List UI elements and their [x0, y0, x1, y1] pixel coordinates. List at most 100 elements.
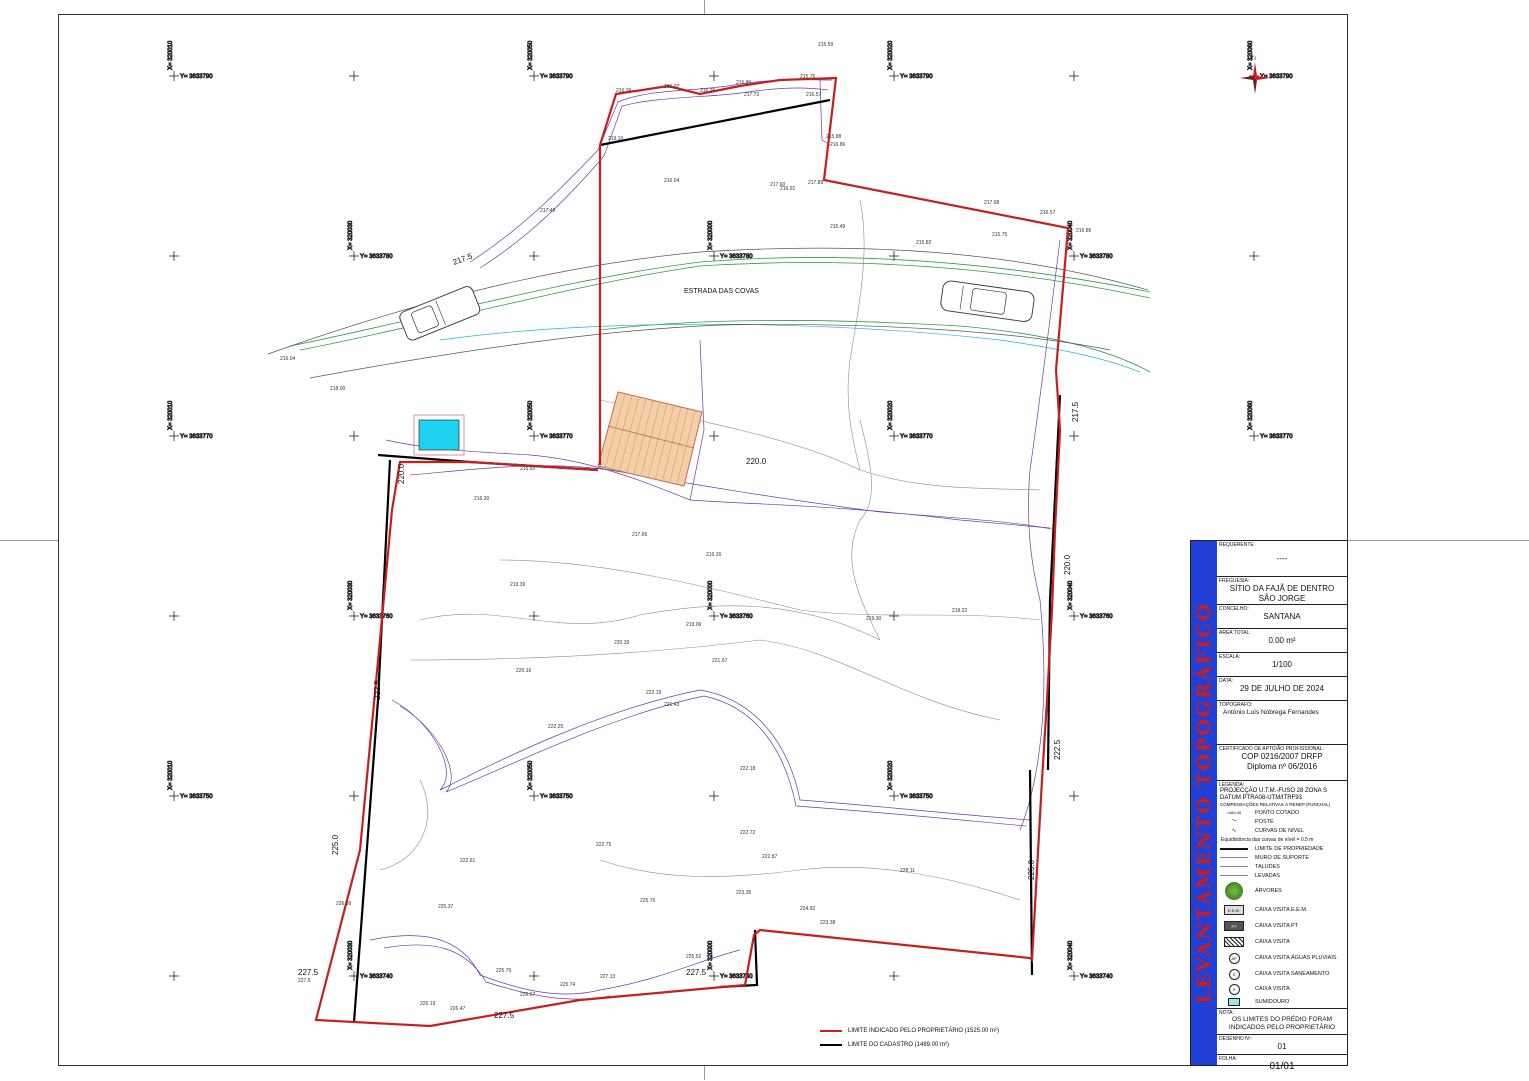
taludes-label: TALUDES — [1255, 863, 1280, 870]
owner-limit-swatch — [820, 1030, 842, 1032]
caixa-saneamento-icon: S — [1228, 968, 1240, 980]
grid-x-label: X= 320050 — [528, 400, 534, 430]
spot-height: 217.72 — [744, 92, 760, 98]
data-row: DATA: 29 DE JULHO DE 2024 — [1217, 677, 1347, 701]
caixa-icon — [1224, 937, 1244, 947]
spot-height: 218.00 — [330, 386, 346, 392]
caixa-eem-icon: E.E.M. — [1224, 905, 1244, 915]
caixa-visita-cross-icon: ✕ — [1228, 983, 1240, 995]
spot-height: 225.74 — [560, 982, 576, 988]
concelho-value: SANTANA — [1263, 612, 1301, 621]
legenda-label: LEGENDA: — [1219, 782, 1245, 788]
spot-height: 227.5 — [298, 978, 311, 984]
legend-sumidouro: SUMIDOURO — [1217, 996, 1347, 1008]
spot-height: 223.38 — [820, 920, 836, 926]
spot-height: 217.98 — [984, 200, 1000, 206]
area-row: AREA TOTAL: 0.00 m² — [1217, 629, 1347, 653]
grid-x-label: X= 320030 — [348, 220, 354, 250]
cadastre-limit-swatch — [820, 1044, 842, 1046]
spot-height: 219.26 — [706, 552, 722, 558]
grid-y-label: Y= 3633760 — [720, 614, 753, 620]
escala-label: ESCALA: — [1219, 654, 1241, 660]
area-label: AREA TOTAL: — [1219, 630, 1251, 636]
spot-height: 215.75 — [800, 74, 816, 80]
spot-height: 221.67 — [712, 658, 728, 664]
legend-poste: ⤳ POSTE — [1217, 817, 1347, 826]
grid-x-label: X= 320030 — [348, 580, 354, 610]
cadastre-limit-line — [352, 98, 1062, 1023]
banner-title: LEVANTAMENTO TOPOGRÁFICO — [1193, 602, 1216, 1004]
muro-label: MURO DE SUPORTE — [1255, 854, 1309, 861]
caixa-pt-label: CAIXA VISITA PT — [1255, 923, 1298, 929]
desenho-label: DESENHO Nº: — [1219, 1036, 1252, 1042]
topografo-value: António Luís Nóbrega Fernandes — [1223, 709, 1319, 716]
legend-taludes: TALUDES — [1217, 862, 1347, 871]
cadastre-limit-label: LIMITE DO CADASTRO (1489.00 m²) — [848, 1042, 950, 1048]
title-block: LEVANTAMENTO TOPOGRÁFICO REQUERENTE: ---… — [1190, 540, 1348, 1072]
spot-height: 216.91 — [780, 186, 796, 192]
legend-limite: LIMITE DE PROPRIEDADE — [1217, 844, 1347, 853]
spot-height: 216.86 — [1076, 228, 1092, 234]
grid-x-label: X= 320050 — [528, 40, 534, 70]
legend-arvores: ÁRVORES — [1217, 880, 1347, 902]
spot-height: 224.92 — [800, 906, 816, 912]
spot-height: 221.43 — [664, 702, 680, 708]
legend-caixa-pluviais: AP CAIXA VISITA ÁGUAS PLUVIAIS — [1217, 950, 1347, 966]
legend-caixa-visita-2: ✕ CAIXA VISITA — [1217, 982, 1347, 996]
grid-y-label: Y= 3633750 — [180, 794, 213, 800]
swimming-pool — [418, 419, 460, 451]
caixa-pluviais-label: CAIXA VISITA ÁGUAS PLUVIAIS — [1255, 955, 1337, 961]
legend-owner-limit: LIMITE INDICADO PELO PROPRIETÁRIO (1525.… — [820, 1024, 999, 1038]
spot-height: 219.06 — [686, 622, 702, 628]
cert-label: CERTIFICADO DE APTIDÃO PROFISSIONAL: — [1219, 746, 1324, 752]
grid-y-label: Y= 3633790 — [180, 74, 213, 80]
escala-value: 1/100 — [1271, 660, 1293, 669]
spot-height: 222.61 — [460, 858, 476, 864]
requerente-row: REQUERENTE: ---- — [1217, 541, 1347, 577]
contour-label-220-0-b: 220.0 — [397, 463, 406, 484]
cert-row: CERTIFICADO DE APTIDÃO PROFISSIONAL: COP… — [1217, 745, 1347, 781]
concelho-label: CONCELHO: — [1219, 606, 1249, 612]
contour-index-labels: 217.5 220.0 220.0 220.0 217.5 222.5 222.… — [298, 251, 1080, 1020]
grid-y-label: Y= 3633770 — [540, 434, 573, 440]
poste-icon: ⤳ — [1231, 818, 1237, 824]
legend-levadas: LEVADAS — [1217, 871, 1347, 880]
freguesia-value-2: SÃO JORGE — [1258, 594, 1306, 603]
spot-height: 222.75 — [596, 842, 612, 848]
spot-height: 225.76 — [640, 898, 656, 904]
spot-height: 216.02 — [664, 84, 680, 90]
contour-label-227-5-c: 227.5 — [494, 1011, 515, 1020]
caixa-label: CAIXA VISITA — [1255, 939, 1290, 945]
grid-x-label: X= 320000 — [708, 580, 714, 610]
spot-height: 215.80 — [736, 80, 752, 86]
grid-y-label: Y= 3633760 — [360, 614, 393, 620]
spot-height: 216.57 — [1040, 210, 1056, 216]
spot-height: 222.72 — [740, 830, 756, 836]
taludes-swatch — [1220, 866, 1248, 867]
spot-height: 217.89 — [808, 180, 824, 186]
desenho-value: 01 — [1277, 1042, 1287, 1051]
spot-height: 217.65 — [632, 532, 648, 538]
desenho-row: DESENHO Nº: 01 — [1217, 1035, 1347, 1055]
grid-x-label: X= 320020 — [888, 400, 894, 430]
spot-height: 220.39 — [614, 640, 630, 646]
grid-x-label: X= 320050 — [528, 760, 534, 790]
title-banner: LEVANTAMENTO TOPOGRÁFICO — [1191, 541, 1217, 1065]
grid-x-label: X= 320040 — [1068, 220, 1074, 250]
spot-height: 223.35 — [736, 890, 752, 896]
grid-y-label: Y= 3633740 — [1080, 974, 1113, 980]
cert-value: COP 0216/2007 DRFP — [1241, 752, 1323, 761]
spot-height: 216.04 — [664, 178, 680, 184]
grid-x-label: X= 320060 — [1248, 400, 1254, 430]
spot-height: 215.88 — [826, 134, 842, 140]
nota-value-1: OS LIMITES DO PRÉDIO FORAM — [1231, 1016, 1333, 1023]
title-block-body: REQUERENTE: ---- FREGUESIA: SÍTIO DA FAJ… — [1217, 541, 1347, 1072]
legend-caixa-eem: E.E.M. CAIXA VISITA E.E.M. — [1217, 902, 1347, 918]
spot-height: 216.30 — [474, 496, 490, 502]
legend-curvas: ∿ CURVAS DE NÍVEL — [1217, 826, 1347, 835]
caixa-saneamento-label: CAIXA VISITA SANEAMENTO — [1255, 971, 1330, 977]
equidistancia-label: Equidistância das curvas de nível = 0.5 … — [1221, 836, 1314, 843]
limite-swatch — [1220, 847, 1248, 850]
projection-line-1: PROJECÇÃO U.T.M.-FUSO 28 ZONA S — [1220, 788, 1328, 794]
grid-x-label: X= 320020 — [888, 760, 894, 790]
